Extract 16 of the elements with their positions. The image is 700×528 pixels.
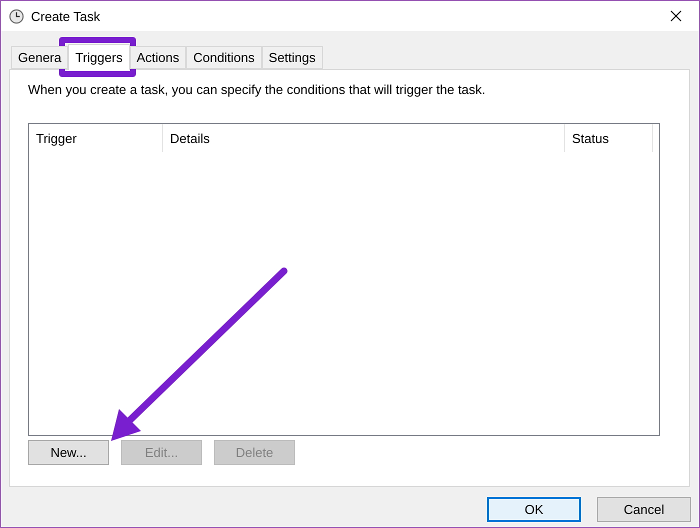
- column-header[interactable]: Status: [565, 124, 653, 152]
- close-icon[interactable]: [670, 10, 682, 22]
- dialog-button[interactable]: Cancel: [597, 497, 691, 522]
- tab[interactable]: Actions: [130, 46, 186, 69]
- dialog-button[interactable]: OK: [487, 497, 581, 522]
- tab[interactable]: Triggers: [68, 44, 130, 70]
- column-header[interactable]: Details: [163, 124, 565, 152]
- clock-icon: [9, 8, 24, 24]
- triggers-list[interactable]: Trigger Details Status: [28, 123, 660, 436]
- tab[interactable]: Conditions: [186, 46, 262, 69]
- window-title: Create Task: [31, 8, 102, 24]
- tab[interactable]: Genera: [11, 46, 68, 69]
- description-text: When you create a task, you can specify the conditions that will trigger the task.: [28, 82, 486, 97]
- tab[interactable]: Settings: [262, 46, 323, 69]
- list-button[interactable]: New...: [28, 440, 109, 465]
- column-header[interactable]: Trigger: [29, 124, 163, 152]
